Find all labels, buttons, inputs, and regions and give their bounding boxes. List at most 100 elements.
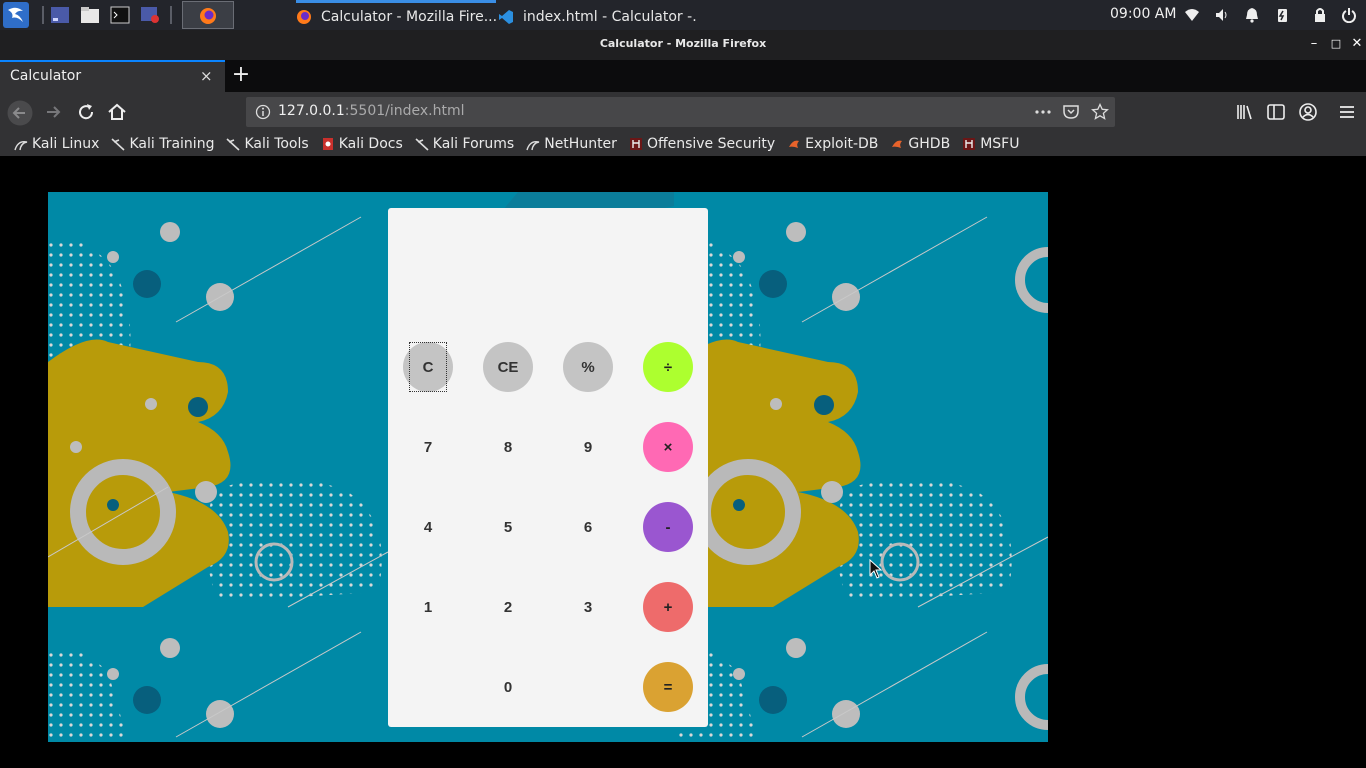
url-bar[interactable]: 127.0.0.1:5501/index.html — [246, 97, 1115, 127]
minimize-button[interactable]: – — [1307, 36, 1321, 52]
exploitdb-icon — [892, 140, 903, 148]
close-tab-icon[interactable]: × — [200, 67, 213, 85]
lock-screen-icon[interactable] — [1312, 7, 1328, 23]
window-titlebar[interactable]: Calculator - Mozilla Firefox – □ ✕ — [0, 30, 1366, 60]
digit-5-button[interactable]: 5 — [483, 502, 533, 552]
files-icon[interactable] — [80, 6, 100, 24]
multiply-button[interactable]: × — [643, 422, 693, 472]
offsec-icon — [963, 138, 976, 150]
digit-6-button[interactable]: 6 — [563, 502, 613, 552]
account-icon[interactable] — [1296, 100, 1320, 124]
library-icon[interactable] — [1233, 100, 1257, 124]
kali-dragon-icon — [14, 140, 28, 151]
power-icon[interactable] — [1341, 7, 1357, 23]
bookmark-kali-training[interactable]: Kali Training — [111, 136, 214, 152]
window-title: Calculator - Mozilla Firefox — [599, 37, 767, 50]
bookmark-label: Kali Docs — [338, 136, 403, 152]
bookmark-label: NetHunter — [544, 136, 617, 152]
calculator-display — [388, 208, 708, 318]
bookmark-nethunter[interactable]: NetHunter — [526, 136, 617, 152]
url-path: :5501/index.html — [344, 103, 465, 119]
url-host: 127.0.0.1 — [278, 103, 345, 119]
digit-1-button[interactable]: 1 — [403, 582, 453, 632]
panel-separator — [42, 6, 44, 24]
add-button[interactable]: + — [643, 582, 693, 632]
firefox-icon — [297, 9, 311, 24]
bookmark-exploit-db[interactable]: Exploit-DB — [787, 136, 878, 152]
bookmark-kali-docs[interactable]: Kali Docs — [321, 136, 403, 152]
sidebar-icon[interactable] — [1264, 100, 1288, 124]
taskbar-window-title: Calculator - Mozilla Fire... — [321, 8, 496, 25]
taskbar-window-title: index.html - Calculator -... — [523, 8, 698, 25]
url-text[interactable]: 127.0.0.1:5501/index.html — [278, 103, 465, 119]
kali-docs-icon — [322, 138, 333, 150]
firefox-launcher[interactable] — [182, 1, 234, 29]
digit-3-button[interactable]: 3 — [563, 582, 613, 632]
tab-title: Calculator — [10, 68, 82, 84]
subtract-button[interactable]: - — [643, 502, 693, 552]
tab-calculator[interactable]: Calculator × — [0, 60, 225, 92]
digit-8-button[interactable]: 8 — [483, 422, 533, 472]
kali-dragon-icon — [415, 138, 429, 151]
menu-icon[interactable] — [1335, 100, 1359, 124]
divide-button[interactable]: ÷ — [643, 342, 693, 392]
volume-icon[interactable] — [1214, 7, 1230, 23]
nethunter-icon — [526, 140, 540, 151]
panel-separator — [170, 6, 172, 24]
kali-dragon-icon — [111, 138, 126, 151]
digit-0-button[interactable]: 0 — [483, 662, 533, 712]
page-actions-icon[interactable] — [1034, 103, 1052, 121]
bookmarks-toolbar: Kali Linux Kali Training Kali Tools Kali… — [0, 132, 1366, 156]
kali-dragon-icon — [226, 138, 240, 151]
bookmark-label: Kali Forums — [432, 136, 515, 152]
pocket-icon[interactable] — [1062, 103, 1080, 121]
digit-7-button[interactable]: 7 — [403, 422, 453, 472]
os-top-panel: Calculator - Mozilla Fire... index.html … — [0, 0, 1366, 30]
bookmark-kali-tools[interactable]: Kali Tools — [226, 136, 309, 152]
terminal-icon[interactable] — [110, 6, 130, 24]
bookmark-msfu[interactable]: MSFU — [962, 136, 1019, 152]
site-info-icon[interactable] — [255, 104, 271, 120]
bookmark-ghdb[interactable]: GHDB — [890, 136, 950, 152]
percent-button[interactable]: % — [563, 342, 613, 392]
bookmark-label: Offensive Security — [646, 136, 776, 152]
page-viewport: C CE % ÷ 7 8 9 × 4 5 6 - 1 2 3 + 0 = — [0, 156, 1366, 768]
firefox-icon — [200, 8, 216, 24]
home-button[interactable] — [105, 100, 129, 124]
bookmark-star-icon[interactable] — [1091, 103, 1109, 121]
calculator: C CE % ÷ 7 8 9 × 4 5 6 - 1 2 3 + 0 = — [388, 208, 708, 727]
nav-toolbar: 127.0.0.1:5501/index.html — [0, 92, 1366, 132]
close-window-button[interactable]: ✕ — [1350, 36, 1364, 52]
workspace-icon[interactable] — [50, 6, 70, 24]
bookmark-offensive-security[interactable]: Offensive Security — [629, 136, 775, 152]
clear-entry-button[interactable]: CE — [483, 342, 533, 392]
maximize-button[interactable]: □ — [1329, 36, 1343, 52]
taskbar-window-firefox[interactable]: Calculator - Mozilla Fire... — [296, 0, 496, 30]
bookmark-kali-linux[interactable]: Kali Linux — [14, 136, 99, 152]
bookmark-label: Kali Training — [129, 136, 215, 152]
notifications-icon[interactable] — [1244, 7, 1260, 23]
bookmark-label: Exploit-DB — [805, 136, 879, 152]
reload-button[interactable] — [74, 100, 98, 124]
screen-recorder-icon[interactable] — [140, 6, 160, 24]
exploitdb-icon — [789, 140, 800, 148]
equals-button[interactable]: = — [643, 662, 693, 712]
taskbar-window-vscode[interactable]: index.html - Calculator -... — [498, 0, 698, 30]
bookmark-label: GHDB — [908, 136, 951, 152]
tab-bar: Calculator × + — [0, 60, 1366, 92]
back-button[interactable] — [7, 100, 33, 126]
digit-2-button[interactable]: 2 — [483, 582, 533, 632]
battery-icon[interactable] — [1274, 7, 1290, 23]
bookmark-label: Kali Linux — [32, 136, 100, 152]
bookmark-kali-forums[interactable]: Kali Forums — [415, 136, 514, 152]
clear-button[interactable]: C — [403, 342, 453, 392]
offsec-icon — [629, 138, 642, 150]
bookmark-label: MSFU — [980, 136, 1020, 152]
wifi-icon[interactable] — [1184, 7, 1200, 23]
digit-9-button[interactable]: 9 — [563, 422, 613, 472]
new-tab-button[interactable]: + — [231, 62, 251, 88]
kali-menu-icon[interactable] — [3, 2, 29, 28]
clock[interactable]: 09:00 AM — [1110, 6, 1176, 22]
forward-button[interactable] — [42, 100, 66, 124]
digit-4-button[interactable]: 4 — [403, 502, 453, 552]
